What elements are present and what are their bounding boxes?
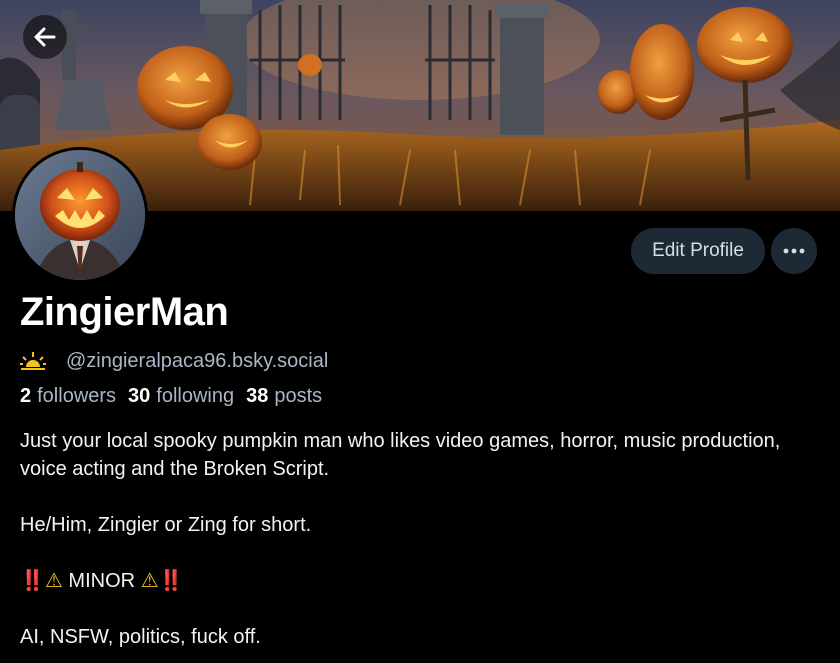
posts-count: 38 [246,385,269,407]
posts-stat: 38 posts [246,385,322,408]
following-label: following [156,385,235,407]
warning-icon: ⚠ [44,570,63,592]
arrow-left-icon [34,27,56,47]
followers-link[interactable]: 2 followers [20,385,116,408]
bio-line: AI, NSFW, politics, fuck off. [20,626,261,648]
double-exclamation-icon: ‼️ [158,570,184,592]
double-exclamation-icon: ‼️ [20,570,45,592]
handle-row: @zingieralpaca96.bsky.social [20,347,328,375]
posts-label: posts [274,385,323,407]
avatar-pumpkin-man-image [15,150,145,280]
display-name: ZingierMan [20,290,229,334]
back-button[interactable] [23,15,67,59]
profile-bio: Just your local spooky pumpkin man who l… [20,427,820,651]
followers-count: 2 [20,385,32,407]
sunrise-icon [20,352,46,370]
following-link[interactable]: 30 following [128,385,234,408]
avatar[interactable] [12,147,148,283]
more-options-button[interactable] [771,228,817,274]
followers-label: followers [37,385,117,407]
bio-line: Just your local spooky pumpkin man who l… [20,430,781,480]
bio-line: He/Him, Zingier or Zing for short. [20,514,312,536]
bio-minor-line: ‼️⚠ MINOR ⚠‼️ [20,567,820,595]
edit-profile-button[interactable]: Edit Profile [631,228,765,274]
minor-label: MINOR [68,570,136,592]
ellipsis-icon [783,248,805,254]
profile-stats: 2 followers 30 following 38 posts [20,385,322,408]
following-count: 30 [128,385,151,407]
warning-icon: ⚠ [140,570,159,592]
profile-page: Edit Profile ZingierMan @zingieralpaca96… [0,0,840,663]
profile-handle: @zingieralpaca96.bsky.social [66,349,329,372]
